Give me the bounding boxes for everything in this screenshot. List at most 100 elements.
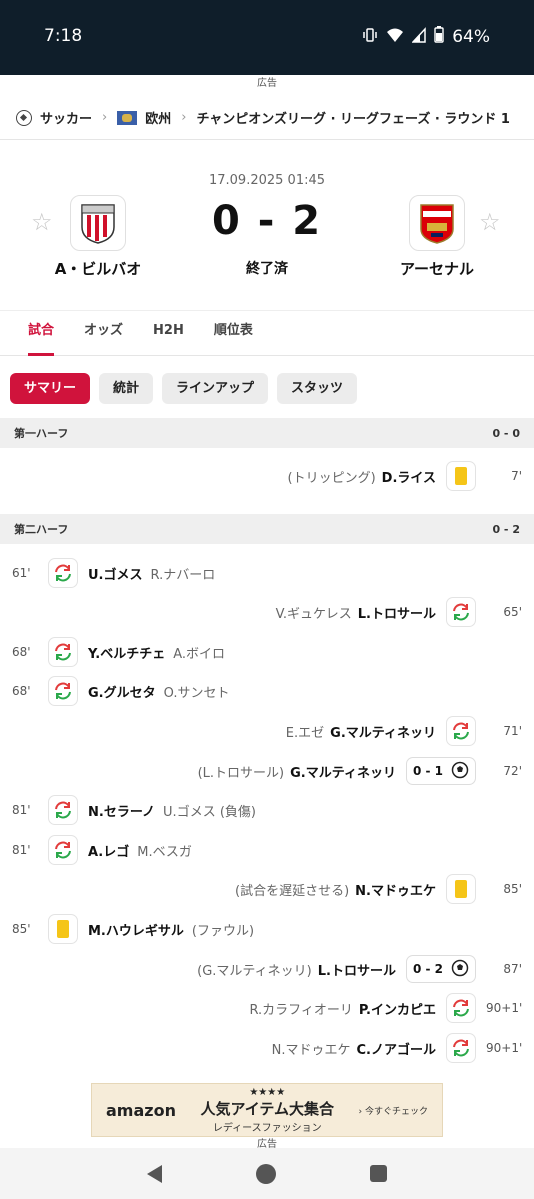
breadcrumb: サッカー › 欧州 › チャンピオンズリーグ · リーグフェーズ · ラウンド … — [0, 96, 534, 140]
event-minute: 61' — [12, 566, 31, 580]
event-row[interactable]: 61' U.ゴメス R.ナバーロ — [0, 554, 534, 592]
event-minute: 7' — [511, 469, 522, 483]
event-player[interactable]: N.マドゥエケ — [355, 880, 436, 899]
back-icon[interactable] — [147, 1164, 162, 1183]
away-team-logo[interactable] — [409, 195, 465, 251]
section-score: 0 - 2 — [492, 522, 520, 536]
event-player[interactable]: N.セラーノ — [88, 801, 155, 820]
event-minute: 68' — [12, 684, 31, 698]
match-header: 17.09.2025 01:45 ☆ A・ビルバオ 0 - 2 終了済 アーセナ… — [0, 160, 534, 310]
tab-h2h[interactable]: H2H — [153, 310, 184, 356]
event-row[interactable]: 81' N.セラーノ U.ゴメス (負傷) — [0, 791, 534, 829]
breadcrumb-sport[interactable]: サッカー — [40, 108, 92, 127]
ad-brand: amazon — [106, 1100, 176, 1120]
recents-icon[interactable] — [370, 1165, 387, 1182]
event-player[interactable]: Y.ベルチチェ — [88, 643, 165, 662]
pill-player-stats[interactable]: スタッツ — [277, 373, 358, 404]
event-row[interactable]: V.ギュケレス L.トロサール 65' — [0, 593, 534, 631]
event-row[interactable]: (G.マルティネッリ) L.トロサール 0 - 2 87' — [0, 950, 534, 988]
event-minute: 90+1' — [486, 1041, 523, 1055]
event-detail: (トリッピング) — [287, 470, 376, 486]
soccer-ball-icon — [16, 109, 32, 126]
event-minute: 85' — [12, 922, 31, 936]
subtab-pills: サマリー 統計 ラインアップ スタッツ — [10, 373, 358, 404]
favorite-star-icon[interactable]: ☆ — [479, 208, 501, 236]
ad-center: ★★★★ 人気アイテム大集合 レディースファッション — [196, 1087, 339, 1134]
wifi-icon — [386, 27, 404, 48]
android-nav-bar — [0, 1148, 534, 1199]
event-detail: V.ギュケレス — [275, 606, 352, 622]
event-minute: 85' — [503, 882, 522, 896]
substitution-icon — [48, 637, 78, 667]
event-player[interactable]: C.ノアゴール — [357, 1039, 436, 1058]
section-header-first-half: 第一ハーフ 0 - 0 — [0, 418, 534, 448]
event-minute: 68' — [12, 645, 31, 659]
substitution-icon — [48, 676, 78, 706]
event-player[interactable]: L.トロサール — [358, 603, 436, 622]
ad-subheadline: レディースファッション — [212, 1122, 322, 1134]
event-detail: E.エゼ — [285, 725, 325, 741]
event-detail: A.ボイロ — [173, 646, 226, 662]
ad-label: 広告 — [257, 78, 277, 89]
away-team-name[interactable]: アーセナル — [367, 258, 507, 279]
breadcrumb-competition[interactable]: チャンピオンズリーグ · リーグフェーズ · ラウンド 1 — [196, 108, 510, 127]
event-row[interactable]: 68' Y.ベルチチェ A.ボイロ — [0, 633, 534, 671]
tab-match[interactable]: 試合 — [28, 310, 55, 356]
tab-standings[interactable]: 順位表 — [214, 310, 253, 356]
section-label: 第一ハーフ — [14, 427, 69, 440]
section-score: 0 - 0 — [492, 426, 520, 440]
event-detail: O.サンセト — [163, 685, 230, 701]
event-player[interactable]: A.レゴ — [88, 841, 129, 860]
event-row[interactable]: E.エゼ G.マルティネッリ 71' — [0, 712, 534, 750]
chevron-right-icon: › — [102, 110, 108, 125]
event-player[interactable]: M.ハウレギサル — [88, 920, 184, 939]
event-row[interactable]: (トリッピング) D.ライス 7' — [0, 457, 534, 495]
yellow-card-shape — [57, 920, 69, 938]
event-player[interactable]: G.グルセタ — [88, 682, 156, 701]
event-player[interactable]: P.インカピエ — [359, 999, 436, 1018]
soccer-ball-icon — [451, 959, 469, 980]
pill-summary[interactable]: サマリー — [10, 373, 91, 404]
substitution-icon — [446, 1033, 476, 1063]
event-row[interactable]: R.カラフィオーリ P.インカピエ 90+1' — [0, 989, 534, 1027]
substitution-icon — [48, 835, 78, 865]
yellow-card-icon — [446, 461, 476, 491]
event-row[interactable]: 81' A.レゴ M.ベスガ — [0, 831, 534, 869]
breadcrumb-region[interactable]: 欧州 — [145, 108, 171, 127]
substitution-icon — [48, 795, 78, 825]
event-minute: 65' — [503, 605, 522, 619]
pill-lineup[interactable]: ラインアップ — [162, 373, 269, 404]
event-minute: 81' — [12, 803, 31, 817]
event-detail: (ファウル) — [191, 923, 255, 939]
event-detail: R.カラフィオーリ — [249, 1002, 353, 1018]
event-detail: M.ベスガ — [137, 844, 192, 860]
section-label: 第二ハーフ — [14, 523, 69, 536]
pill-stats[interactable]: 統計 — [99, 373, 154, 404]
event-detail: (L.トロサール) — [197, 765, 285, 781]
ad-banner[interactable]: amazon ★★★★ 人気アイテム大集合 レディースファッション › 今すぐチ… — [91, 1083, 443, 1137]
ad-headline: 人気アイテム大集合 — [200, 1099, 334, 1118]
event-minute: 90+1' — [486, 1001, 523, 1015]
event-row[interactable]: (試合を遅延させる) N.マドゥエケ 85' — [0, 870, 534, 908]
goal-score: 0 - 2 — [412, 962, 443, 976]
event-player[interactable]: U.ゴメス — [88, 564, 143, 583]
substitution-icon — [446, 993, 476, 1023]
goal-score-box: 0 - 1 — [405, 757, 476, 785]
event-detail: R.ナバーロ — [150, 567, 216, 583]
event-player[interactable]: L.トロサール — [318, 960, 396, 979]
event-row[interactable]: (L.トロサール) G.マルティネッリ 0 - 1 72' — [0, 752, 534, 790]
event-player[interactable]: D.ライス — [382, 467, 436, 486]
event-row[interactable]: 68' G.グルセタ O.サンセト — [0, 672, 534, 710]
match-tabs: 試合 オッズ H2H 順位表 — [0, 310, 534, 356]
event-player[interactable]: G.マルティネッリ — [330, 722, 436, 741]
event-player[interactable]: G.マルティネッリ — [290, 762, 396, 781]
battery-icon — [434, 26, 444, 48]
event-row[interactable]: N.マドゥエケ C.ノアゴール 90+1' — [0, 1029, 534, 1067]
status-time: 7:18 — [44, 26, 83, 46]
event-row[interactable]: 85' M.ハウレギサル (ファウル) — [0, 910, 534, 948]
tab-odds[interactable]: オッズ — [84, 310, 123, 356]
europe-flag-icon — [117, 110, 138, 125]
chevron-right-icon: › — [181, 110, 187, 125]
vibrate-icon — [362, 27, 378, 48]
home-icon[interactable] — [256, 1163, 276, 1184]
